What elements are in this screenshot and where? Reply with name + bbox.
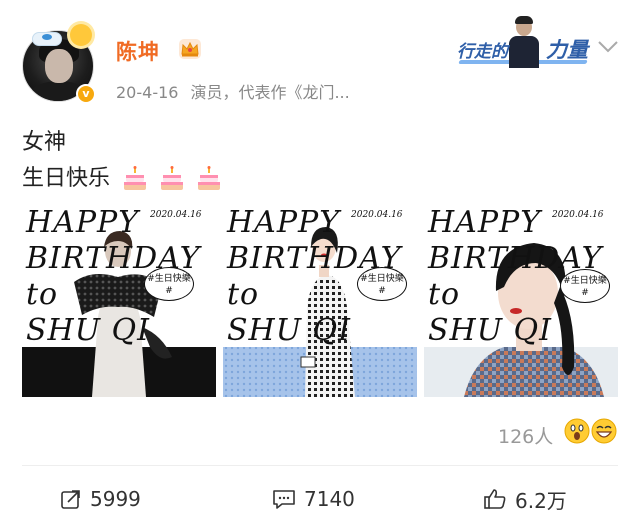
- image-date: 2020.04.16: [351, 210, 403, 220]
- reaction-count[interactable]: 126人: [498, 422, 553, 449]
- share-button[interactable]: 5999: [60, 486, 141, 512]
- topic-banner-text: 行走的 力量: [457, 38, 588, 62]
- username[interactable]: 陈坤: [116, 36, 160, 66]
- share-icon: [61, 490, 80, 509]
- comment-count: 7140: [304, 487, 355, 511]
- post-image-1[interactable]: HAPPY BIRTHDAY to SHU QI 2020.04.16 #生日快…: [22, 207, 216, 397]
- image-date: 2020.04.16: [150, 210, 202, 220]
- birthday-cake-icon: [161, 166, 184, 190]
- author-description: 演员，代表作《龙门...: [190, 83, 350, 102]
- comment-button[interactable]: 7140: [272, 486, 355, 512]
- like-button[interactable]: 6.2万: [483, 486, 567, 513]
- weather-sticker-icon: [26, 24, 98, 50]
- grinning-face-icon[interactable]: [591, 418, 617, 444]
- image-tag: #生日快樂#: [144, 267, 194, 301]
- post-image-2[interactable]: HAPPY BIRTHDAY to SHU QI 2020.04.16 #生日快…: [223, 207, 417, 397]
- image-tag: #生日快樂#: [560, 269, 610, 303]
- verified-v-icon: v: [76, 84, 96, 104]
- avatar[interactable]: v: [22, 24, 96, 104]
- post-text-line1: 女神: [22, 130, 67, 155]
- post-meta: 20-4-16 演员，代表作《龙门...: [116, 79, 350, 103]
- divider: [22, 465, 618, 466]
- post-date[interactable]: 20-4-16: [116, 83, 178, 102]
- birthday-cake-icon: [124, 166, 147, 190]
- surprised-face-icon[interactable]: [564, 418, 590, 444]
- image-tag: #生日快樂#: [357, 267, 407, 301]
- weibo-post-card: v 陈坤 20-4-16 演员，代表作《龙门... 行走的力量 女神 生日快乐: [0, 0, 640, 524]
- birthday-cake-icon: [198, 166, 221, 190]
- like-count: 6.2万: [515, 488, 567, 513]
- share-count: 5999: [90, 487, 141, 511]
- chevron-down-icon[interactable]: [597, 40, 619, 54]
- thumbs-up-icon: [484, 489, 506, 509]
- crown-icon[interactable]: [178, 38, 202, 60]
- image-date: 2020.04.16: [552, 210, 604, 220]
- post-text-line2: 生日快乐: [22, 160, 221, 192]
- post-image-3[interactable]: HAPPY BIRTHDAY to SHU QI 2020.04.16 #生日快…: [424, 207, 618, 397]
- topic-banner[interactable]: 行走的 力量: [455, 16, 590, 68]
- comment-icon: [273, 490, 295, 509]
